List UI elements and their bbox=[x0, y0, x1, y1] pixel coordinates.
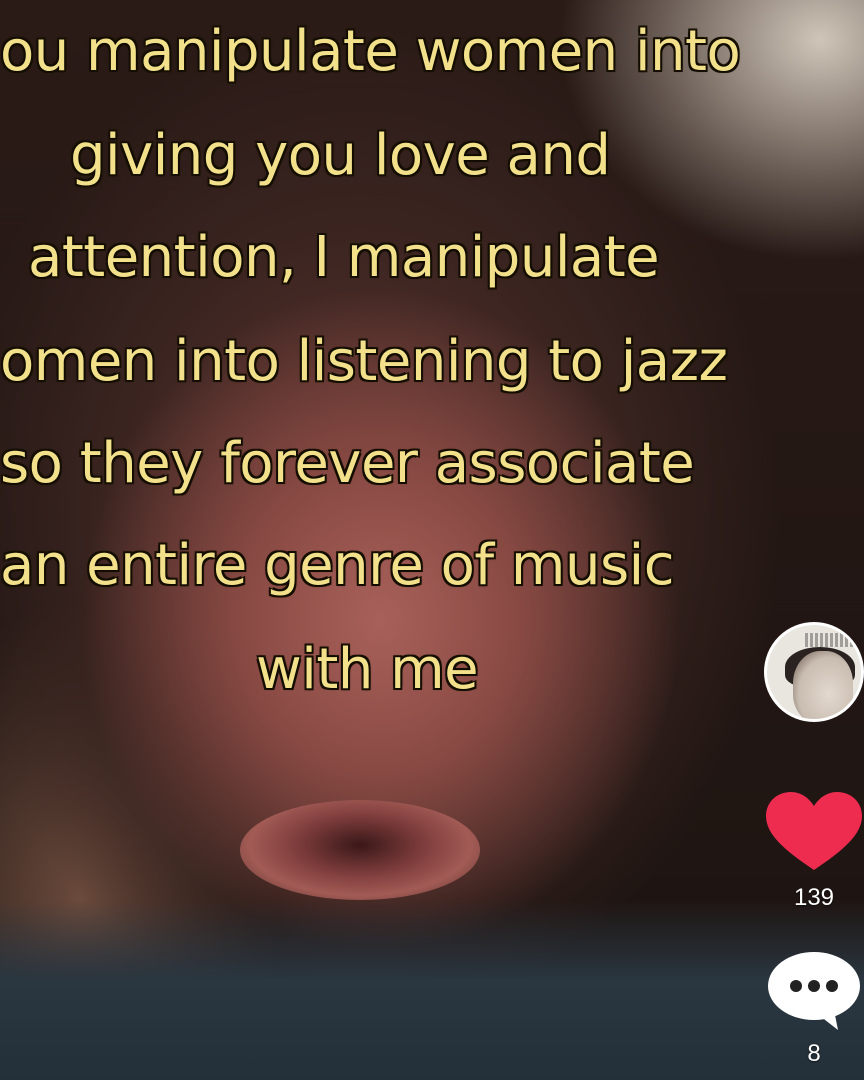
caption-line: ou manipulate women into bbox=[0, 19, 741, 84]
like-count: 139 bbox=[793, 884, 835, 911]
video-subject-mouth bbox=[240, 800, 480, 900]
caption-line: so they forever associate bbox=[0, 431, 695, 496]
like-button[interactable] bbox=[764, 792, 864, 876]
avatar-text-strip bbox=[805, 633, 861, 647]
caption-line: omen into listening to jazz bbox=[0, 329, 728, 394]
heart-icon bbox=[766, 792, 862, 870]
profile-avatar[interactable] bbox=[764, 622, 864, 722]
comment-count: 8 bbox=[807, 1040, 821, 1067]
caption-line: giving you love and bbox=[70, 123, 611, 188]
caption-line: with me bbox=[256, 637, 479, 702]
caption-line: an entire genre of music bbox=[0, 533, 675, 598]
comment-bubble-icon bbox=[768, 952, 860, 1030]
comment-button[interactable] bbox=[764, 950, 864, 1034]
caption-line: attention, I manipulate bbox=[28, 225, 660, 290]
action-sidebar: 139 8 bbox=[764, 0, 864, 1080]
video-subject-shirt bbox=[0, 900, 864, 1080]
avatar-face bbox=[793, 651, 853, 719]
video-caption: ou manipulate women into giving you love… bbox=[0, 0, 864, 720]
